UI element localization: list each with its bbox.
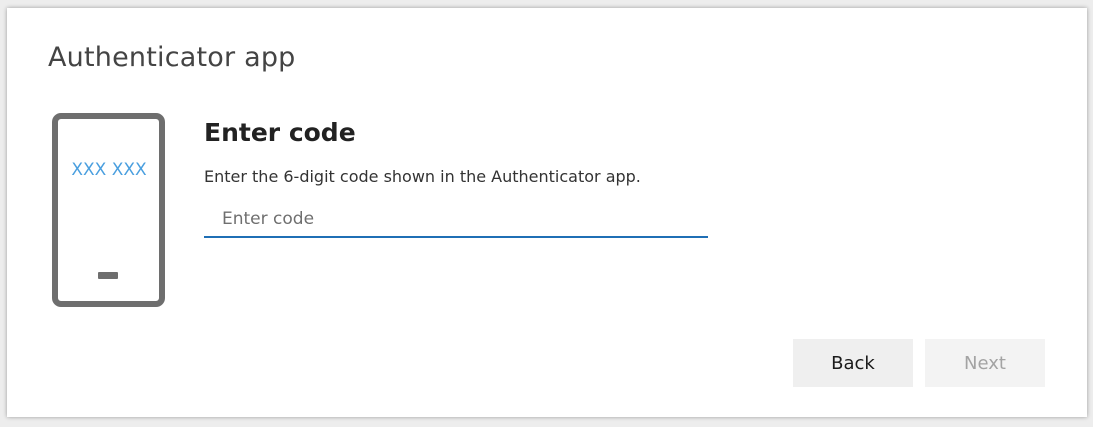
next-button[interactable]: Next (925, 339, 1045, 387)
phone-home-button (98, 272, 118, 279)
phone-code-text: XXX XXX (71, 160, 147, 180)
background-strip (0, 0, 1093, 6)
section-heading: Enter code (204, 118, 356, 147)
code-entry-section: Enter code Enter the 6-digit code shown … (204, 116, 724, 238)
code-input[interactable] (204, 202, 708, 238)
dialog-title: Authenticator app (48, 42, 296, 73)
back-button[interactable]: Back (793, 339, 913, 387)
authenticator-dialog: Authenticator app XXX XXX Enter code Ent… (7, 8, 1087, 417)
instruction-text: Enter the 6-digit code shown in the Auth… (204, 167, 641, 186)
phone-icon: XXX XXX (52, 113, 165, 307)
